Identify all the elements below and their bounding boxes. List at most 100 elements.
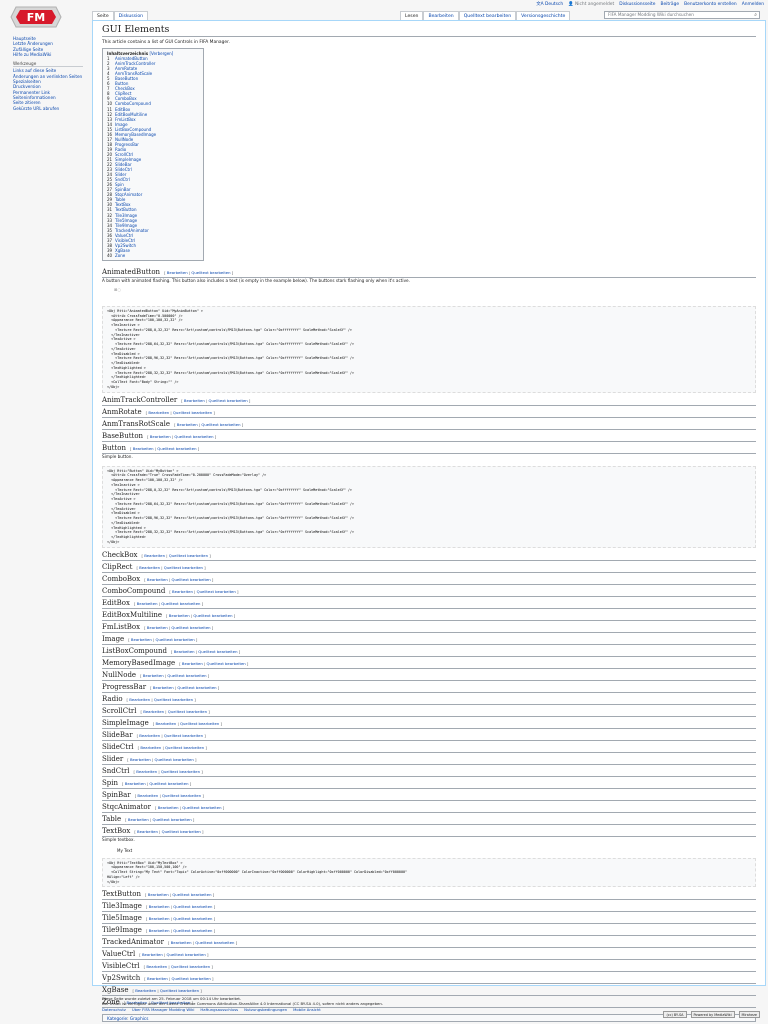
mediawiki-badge[interactable]: Powered by MediaWiki: [690, 1011, 735, 1018]
edit-section-source-button[interactable]: Quelltext bearbeiten: [174, 434, 213, 439]
edit-section-button[interactable]: Bearbeiten: [172, 589, 193, 594]
edit-section-source-button[interactable]: Quelltext bearbeiten: [168, 709, 207, 714]
edit-section-source-button[interactable]: Quelltext bearbeiten: [167, 952, 206, 957]
sidebar-tool-item[interactable]: Gekürzte URL abrufen: [13, 106, 83, 111]
footer-link[interactable]: Nutzungsbedingungen: [244, 1007, 287, 1012]
edit-section-button[interactable]: Bearbeiten: [146, 964, 167, 969]
edit-section-source-button[interactable]: Quelltext bearbeiten: [172, 976, 211, 981]
edit-section-source-button[interactable]: Quelltext bearbeiten: [206, 661, 245, 666]
edit-section-button[interactable]: Bearbeiten: [144, 553, 165, 558]
edit-section-button[interactable]: Bearbeiten: [137, 829, 158, 834]
edit-section-button[interactable]: Bearbeiten: [143, 673, 164, 678]
edit-section-button[interactable]: Bearbeiten: [139, 565, 160, 570]
toc-hide-button[interactable]: [Verbergen]: [149, 51, 173, 56]
edit-section-source-button[interactable]: Quelltext bearbeiten: [173, 904, 212, 909]
edit-section-source-button[interactable]: Quelltext bearbeiten: [149, 781, 188, 786]
edit-section-button[interactable]: Bearbeiten: [148, 892, 169, 897]
edit-section-source-button[interactable]: Quelltext bearbeiten: [201, 422, 240, 427]
edit-section-source-button[interactable]: Quelltext bearbeiten: [173, 410, 212, 415]
language-link[interactable]: 文A Deutsch: [536, 1, 563, 8]
edit-section-button[interactable]: Bearbeiten: [136, 769, 157, 774]
edit-section-source-button[interactable]: Quelltext bearbeiten: [162, 829, 201, 834]
edit-section-button[interactable]: Bearbeiten: [171, 940, 192, 945]
edit-section-source-button[interactable]: Quelltext bearbeiten: [193, 613, 232, 618]
edit-section-button[interactable]: Bearbeiten: [130, 757, 151, 762]
edit-section-button[interactable]: Bearbeiten: [177, 422, 198, 427]
edit-section-source-button[interactable]: Quelltext bearbeiten: [164, 565, 203, 570]
edit-section-button[interactable]: Bearbeiten: [137, 601, 158, 606]
edit-section-button[interactable]: Bearbeiten: [147, 976, 168, 981]
edit-section-source-button[interactable]: Quelltext bearbeiten: [197, 589, 236, 594]
edit-section-button[interactable]: Bearbeiten: [167, 270, 188, 275]
toc-item[interactable]: 40 Zone: [107, 253, 199, 258]
edit-section-source-button[interactable]: Quelltext bearbeiten: [155, 637, 194, 642]
edit-section-source-button[interactable]: Quelltext bearbeiten: [165, 745, 204, 750]
edit-section-button[interactable]: Bearbeiten: [143, 709, 164, 714]
edit-section-button[interactable]: Bearbeiten: [149, 928, 170, 933]
edit-section-source-button[interactable]: Quelltext bearbeiten: [173, 928, 212, 933]
edit-section-source-button[interactable]: Quelltext bearbeiten: [180, 721, 219, 726]
edit-section-button[interactable]: Bearbeiten: [137, 793, 158, 798]
edit-section-button[interactable]: Bearbeiten: [150, 434, 171, 439]
site-logo[interactable]: FM: [10, 6, 62, 28]
edit-section-button[interactable]: Bearbeiten: [174, 649, 195, 654]
tab-page[interactable]: Seite: [92, 11, 114, 20]
edit-section-button[interactable]: Bearbeiten: [149, 916, 170, 921]
login-link[interactable]: Anmelden: [742, 1, 764, 8]
search-icon[interactable]: ⌕: [754, 12, 757, 18]
edit-section-button[interactable]: Bearbeiten: [128, 817, 149, 822]
edit-section-button[interactable]: Bearbeiten: [148, 410, 169, 415]
footer-link[interactable]: Mobile Ansicht: [293, 1007, 321, 1012]
edit-section-source-button[interactable]: Quelltext bearbeiten: [171, 964, 210, 969]
edit-section-source-button[interactable]: Quelltext bearbeiten: [195, 940, 234, 945]
edit-section-source-button[interactable]: Quelltext bearbeiten: [173, 916, 212, 921]
edit-section-source-button[interactable]: Quelltext bearbeiten: [172, 892, 211, 897]
talk-link[interactable]: Diskussionsseite: [619, 1, 655, 8]
edit-section-source-button[interactable]: Quelltext bearbeiten: [152, 817, 191, 822]
category-label[interactable]: Kategorie: [107, 1016, 127, 1021]
footer-link[interactable]: Datenschutz: [102, 1007, 126, 1012]
edit-section-source-button[interactable]: Quelltext bearbeiten: [160, 988, 199, 993]
edit-section-button[interactable]: Bearbeiten: [131, 637, 152, 642]
edit-section-source-button[interactable]: Quelltext bearbeiten: [182, 805, 221, 810]
edit-section-button[interactable]: Bearbeiten: [129, 697, 150, 702]
edit-section-source-button[interactable]: Quelltext bearbeiten: [161, 769, 200, 774]
edit-section-source-button[interactable]: Quelltext bearbeiten: [157, 446, 196, 451]
tab-edit-source[interactable]: Quelltext bearbeiten: [458, 11, 517, 20]
edit-section-button[interactable]: Bearbeiten: [155, 721, 176, 726]
edit-section-source-button[interactable]: Quelltext bearbeiten: [177, 685, 216, 690]
edit-section-button[interactable]: Bearbeiten: [149, 904, 170, 909]
edit-section-source-button[interactable]: Quelltext bearbeiten: [171, 625, 210, 630]
edit-section-button[interactable]: Bearbeiten: [147, 577, 168, 582]
contributions-link[interactable]: Beiträge: [660, 1, 679, 8]
miraheze-badge[interactable]: Miraheze: [738, 1011, 760, 1018]
edit-section-source-button[interactable]: Quelltext bearbeiten: [209, 398, 248, 403]
edit-section-button[interactable]: Bearbeiten: [169, 613, 190, 618]
category-graphics[interactable]: Graphics: [130, 1016, 149, 1021]
search-input[interactable]: FIFA Manager Modding Wiki durchsuchen ⌕: [604, 11, 760, 19]
edit-section-source-button[interactable]: Quelltext bearbeiten: [172, 577, 211, 582]
edit-section-source-button[interactable]: Quelltext bearbeiten: [161, 601, 200, 606]
edit-section-button[interactable]: Bearbeiten: [158, 805, 179, 810]
edit-section-button[interactable]: Bearbeiten: [135, 988, 156, 993]
edit-section-source-button[interactable]: Quelltext bearbeiten: [198, 649, 237, 654]
sidebar-nav-item[interactable]: Hilfe zu MediaWiki: [13, 52, 83, 57]
edit-section-button[interactable]: Bearbeiten: [140, 745, 161, 750]
toc-link[interactable]: Zone: [115, 253, 125, 258]
tab-read[interactable]: Lesen: [400, 11, 424, 20]
edit-section-source-button[interactable]: Quelltext bearbeiten: [154, 697, 193, 702]
edit-section-button[interactable]: Bearbeiten: [182, 661, 203, 666]
edit-section-button[interactable]: Bearbeiten: [125, 781, 146, 786]
edit-section-button[interactable]: Bearbeiten: [147, 625, 168, 630]
edit-section-source-button[interactable]: Quelltext bearbeiten: [169, 553, 208, 558]
tab-edit[interactable]: Bearbeiten: [423, 11, 459, 20]
edit-section-button[interactable]: Bearbeiten: [142, 952, 163, 957]
edit-section-button[interactable]: Bearbeiten: [133, 446, 154, 451]
footer-link[interactable]: Über FIFA Manager Modding Wiki: [132, 1007, 195, 1012]
edit-section-source-button[interactable]: Quelltext bearbeiten: [155, 757, 194, 762]
footer-link[interactable]: Haftungsausschluss: [200, 1007, 238, 1012]
tab-history[interactable]: Versionsgeschichte: [516, 11, 571, 20]
edit-section-source-button[interactable]: Quelltext bearbeiten: [162, 793, 201, 798]
cc-badge[interactable]: (cc) BY-SA: [663, 1011, 687, 1018]
create-account-link[interactable]: Benutzerkonto erstellen: [684, 1, 737, 8]
